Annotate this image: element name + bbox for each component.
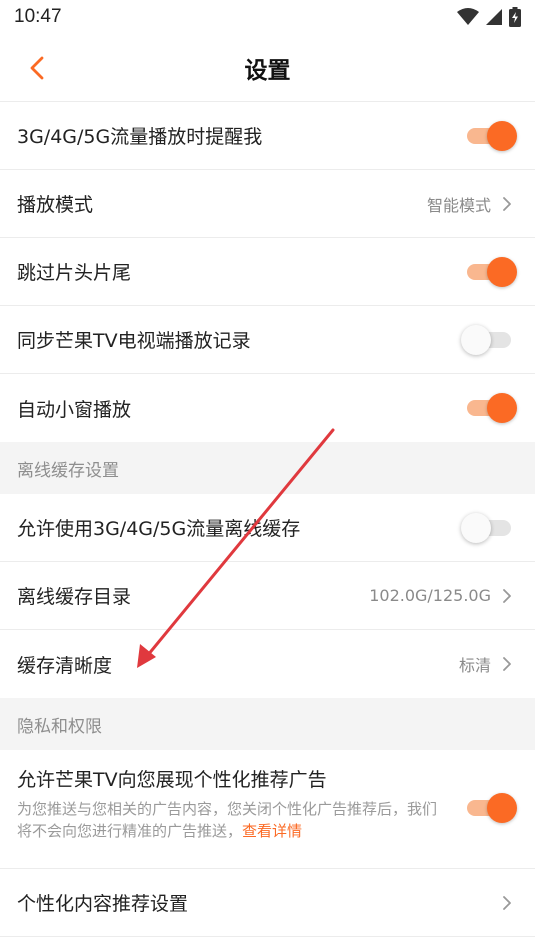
section-title: 隐私和权限: [17, 716, 102, 737]
personalized-ads-toggle[interactable]: [465, 793, 517, 823]
sync-tv-history-toggle[interactable]: [461, 324, 513, 355]
setting-row-cellular-download: 允许使用3G/4G/5G流量离线缓存: [0, 494, 535, 562]
setting-label: 跳过片头片尾: [17, 262, 132, 284]
status-bar: 10:47: [0, 0, 535, 34]
setting-value: 标清: [458, 656, 491, 675]
storage-usage: 102.0G/125.0G: [369, 586, 491, 605]
setting-label: 3G/4G/5G流量播放时提醒我: [17, 126, 263, 148]
cellular-download-toggle[interactable]: [461, 512, 513, 543]
setting-row-cellular-reminder: 3G/4G/5G流量播放时提醒我: [0, 102, 535, 170]
chevron-left-icon: [30, 56, 44, 79]
back-button[interactable]: [22, 53, 52, 83]
setting-row-playback-mode[interactable]: 播放模式 智能模式: [0, 170, 535, 238]
setting-row-cache-directory[interactable]: 离线缓存目录 102.0G/125.0G: [0, 562, 535, 630]
skip-intro-toggle[interactable]: [465, 256, 517, 287]
header: 设置: [0, 34, 535, 102]
auto-mini-window-toggle[interactable]: [465, 393, 517, 423]
signal-icon: [486, 9, 502, 25]
section-title: 离线缓存设置: [17, 460, 119, 481]
setting-label: 离线缓存目录: [17, 586, 132, 608]
section-header-privacy: 隐私和权限: [0, 698, 535, 750]
chevron-right-icon: [503, 196, 511, 211]
setting-label: 允许芒果TV向您展现个性化推荐广告: [17, 769, 327, 791]
section-header-offline: 离线缓存设置: [0, 442, 535, 494]
setting-row-cache-quality[interactable]: 缓存清晰度 标清: [0, 630, 535, 698]
view-details-link[interactable]: 查看详情: [242, 822, 302, 840]
setting-description: 为您推送与您相关的广告内容，您关闭个性化广告推荐后，我们将不会向您进行精准的广告…: [17, 798, 437, 842]
battery-charging-icon: [509, 7, 521, 27]
setting-row-skip-intro: 跳过片头片尾: [0, 238, 535, 306]
setting-label: 播放模式: [17, 194, 94, 216]
privacy-settings-list: 允许芒果TV向您展现个性化推荐广告 为您推送与您相关的广告内容，您关闭个性化广告…: [0, 750, 535, 937]
wifi-icon: [457, 8, 479, 25]
setting-label: 同步芒果TV电视端播放记录: [17, 330, 251, 352]
setting-row-personalized-ads: 允许芒果TV向您展现个性化推荐广告 为您推送与您相关的广告内容，您关闭个性化广告…: [0, 750, 535, 869]
setting-label: 允许使用3G/4G/5G流量离线缓存: [17, 518, 301, 540]
chevron-right-icon: [503, 895, 511, 910]
chevron-right-icon: [503, 588, 511, 603]
status-icons: [457, 7, 521, 27]
setting-row-sync-tv-history: 同步芒果TV电视端播放记录: [0, 306, 535, 374]
description-text: 为您推送与您相关的广告内容，您关闭个性化广告推荐后，我们将不会向您进行精准的广告…: [17, 800, 438, 840]
cellular-reminder-toggle[interactable]: [465, 120, 517, 151]
playback-settings-list: 3G/4G/5G流量播放时提醒我 播放模式 智能模式 跳过片头片尾 同步芒果TV…: [0, 102, 535, 442]
setting-row-content-recommendation[interactable]: 个性化内容推荐设置: [0, 869, 535, 937]
page-title: 设置: [244, 57, 291, 84]
setting-label: 缓存清晰度: [17, 654, 113, 677]
status-time: 10:47: [14, 6, 62, 27]
setting-value: 智能模式: [426, 195, 491, 215]
setting-label: 个性化内容推荐设置: [17, 893, 189, 915]
setting-row-auto-mini-window: 自动小窗播放: [0, 374, 535, 442]
setting-label: 自动小窗播放: [17, 398, 132, 421]
chevron-right-icon: [503, 657, 511, 671]
offline-settings-list: 允许使用3G/4G/5G流量离线缓存 离线缓存目录 102.0G/125.0G …: [0, 494, 535, 698]
